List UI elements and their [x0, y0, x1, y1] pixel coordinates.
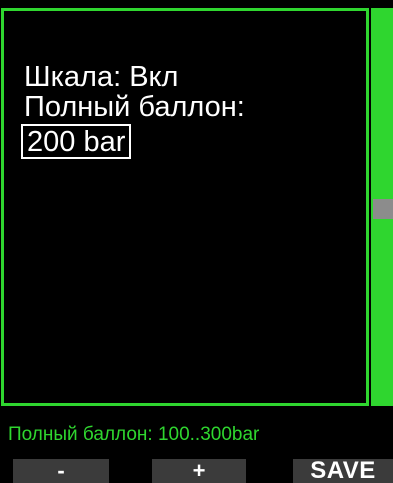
- scrollbar-thumb[interactable]: [373, 199, 393, 219]
- full-tank-value-field[interactable]: 200 bar: [21, 124, 132, 159]
- scale-setting: Шкала: Вкл: [24, 61, 179, 93]
- dive-computer-screen: Шкала: Вкл Полный баллон: 200 bar Полный…: [0, 0, 393, 483]
- full-tank-label: Полный баллон:: [24, 91, 245, 123]
- settings-panel: Шкала: Вкл Полный баллон: 200 bar: [1, 8, 369, 406]
- range-info: Полный баллон: 100..300bar: [8, 424, 260, 445]
- save-button[interactable]: SAVE: [293, 459, 393, 483]
- plus-button[interactable]: +: [152, 459, 246, 483]
- minus-button[interactable]: -: [13, 459, 109, 483]
